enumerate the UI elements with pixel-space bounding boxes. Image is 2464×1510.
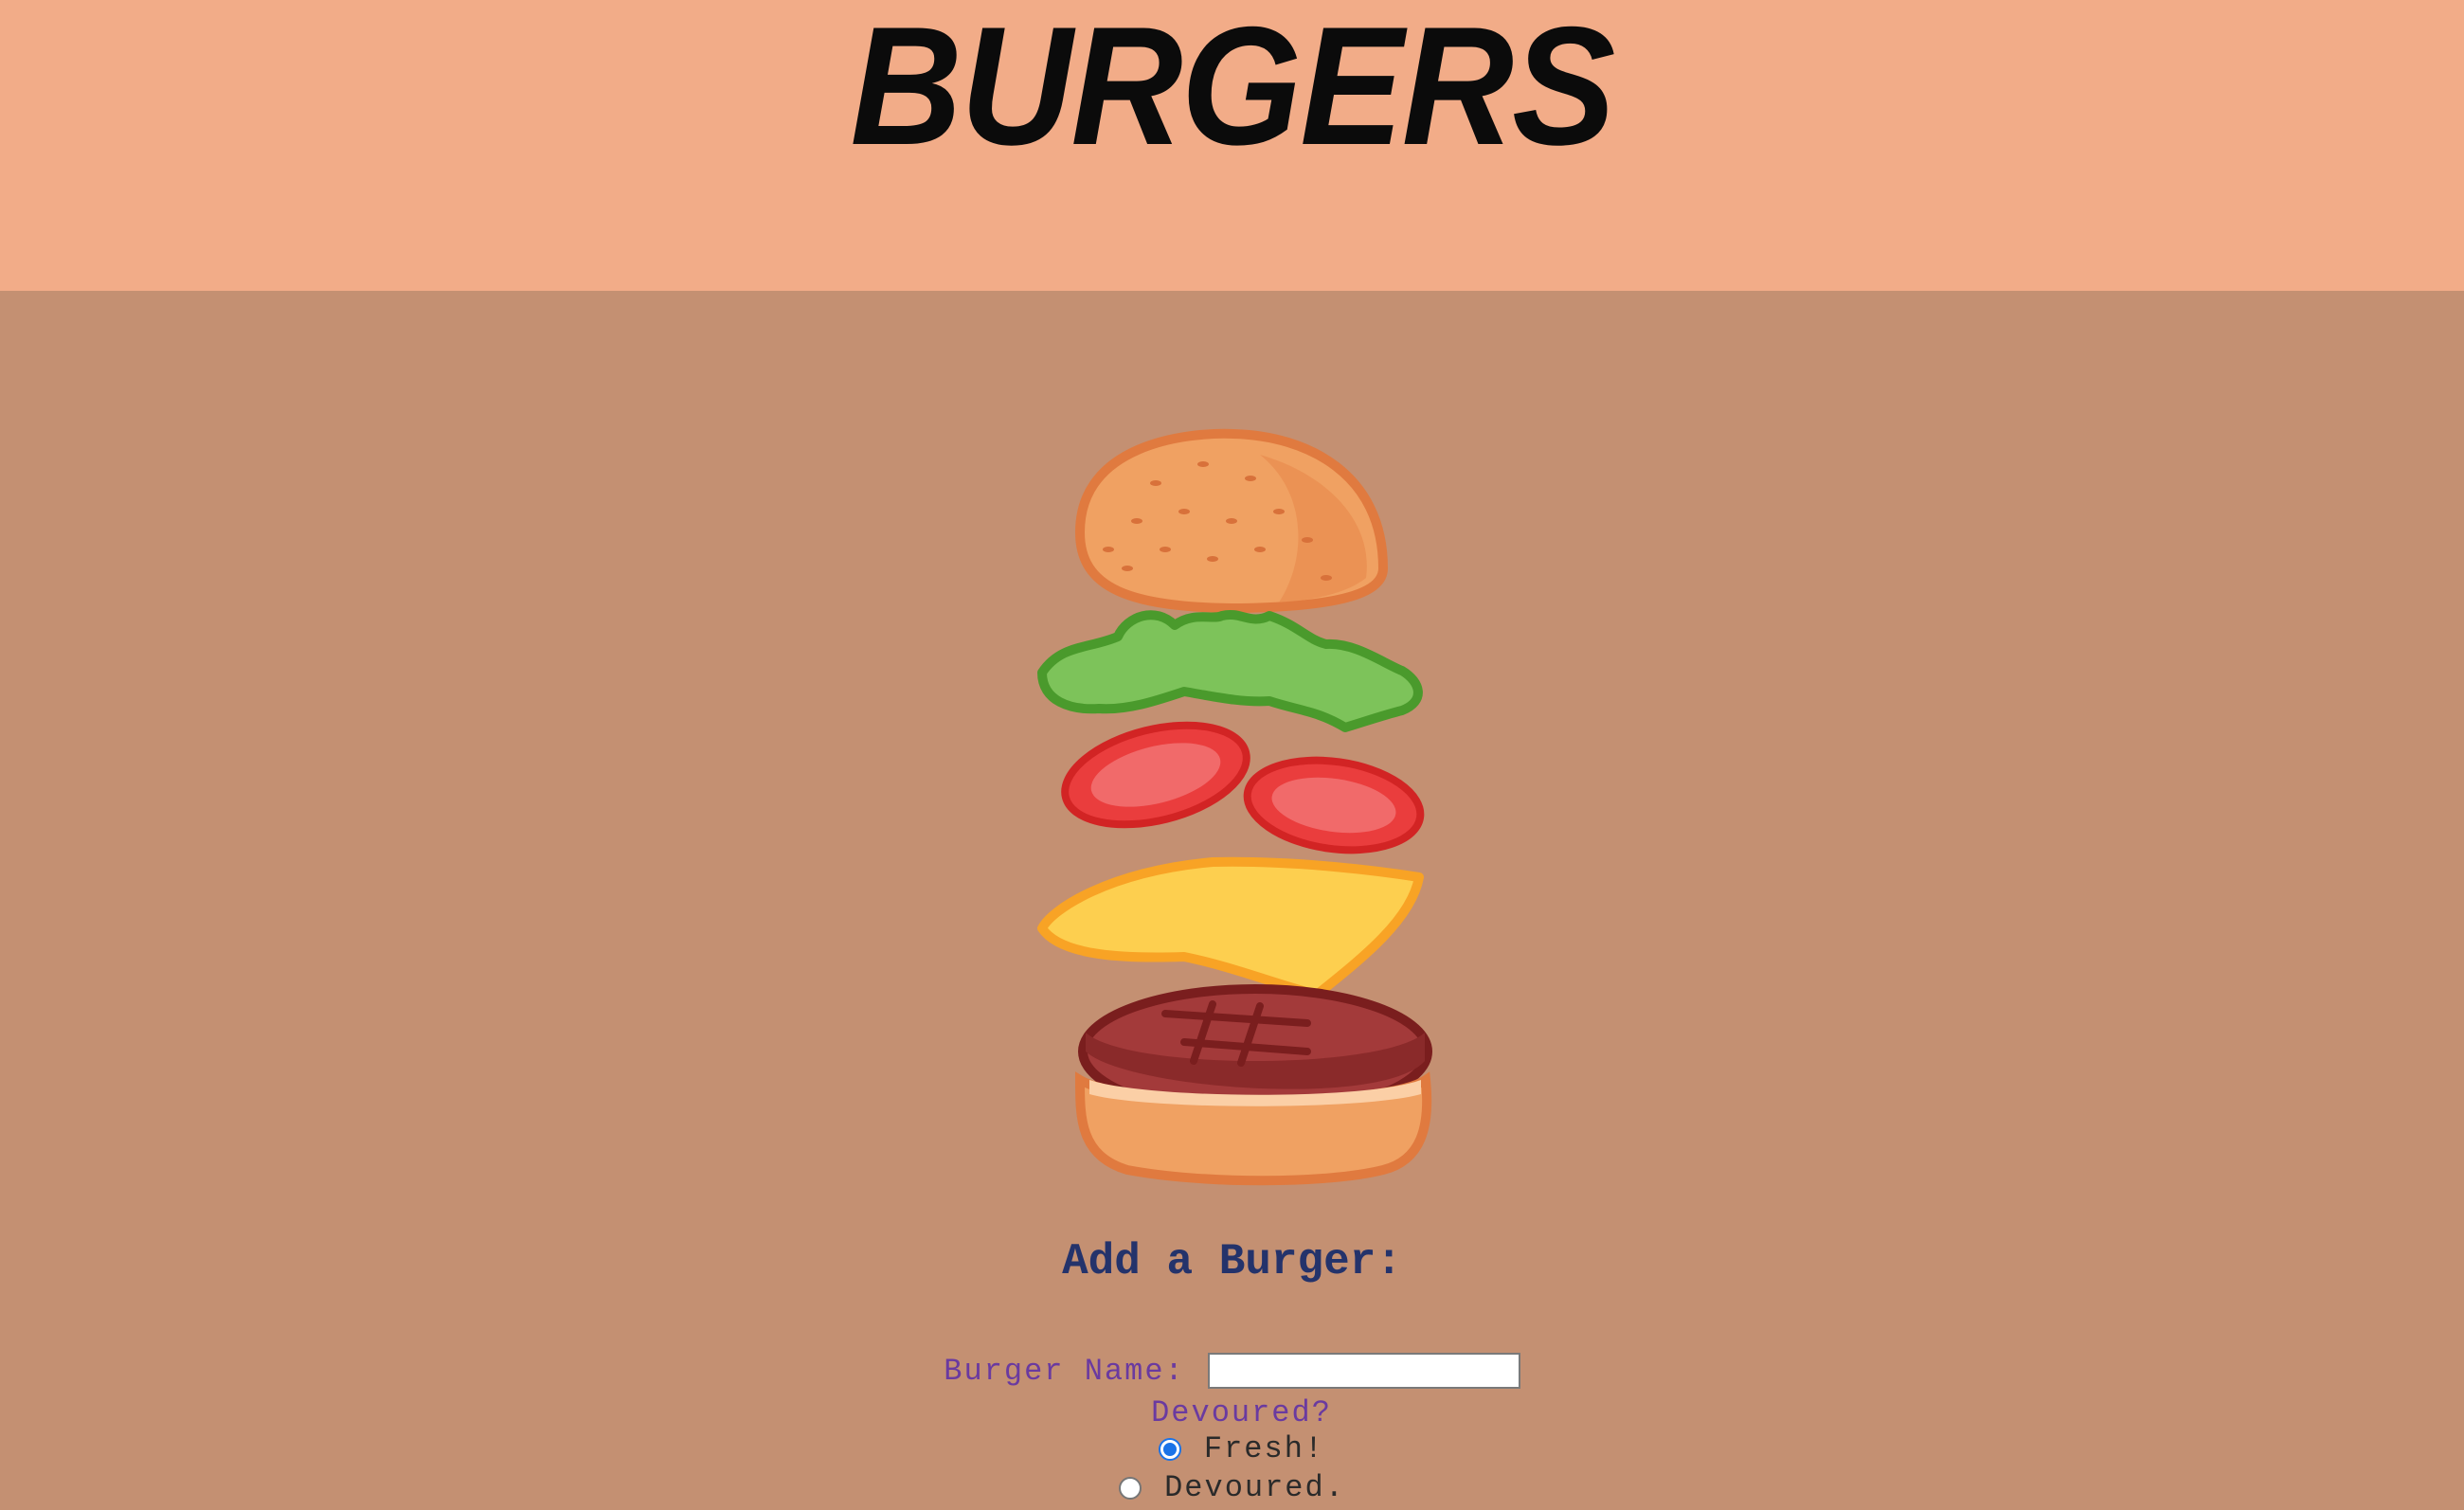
page-header: BURGERS [0,0,2464,291]
fresh-option-label: Fresh! [1203,1431,1325,1466]
devoured-option[interactable]: Devoured. [0,1470,2464,1505]
tomato-icon [1061,721,1425,854]
page-title: BURGERS [850,0,1615,180]
burger-illustration-icon [1037,428,1432,1186]
bottom-bun-icon [1074,1071,1432,1186]
devoured-question-label: Devoured? [1151,1395,1332,1430]
cheese-icon [1037,856,1424,999]
burger-name-row: Burger Name: [0,1353,2464,1389]
add-burger-heading: Add a Burger: [1062,1237,1402,1286]
fresh-option[interactable]: Fresh! [0,1431,2464,1466]
devoured-radio[interactable] [1119,1476,1142,1500]
top-bun-icon [1074,428,1389,614]
lettuce-icon [1037,609,1423,732]
devoured-option-label: Devoured. [1164,1470,1345,1505]
burger-name-input[interactable] [1207,1353,1520,1389]
fresh-radio[interactable] [1158,1437,1181,1461]
burger-name-label: Burger Name: [944,1353,1185,1389]
